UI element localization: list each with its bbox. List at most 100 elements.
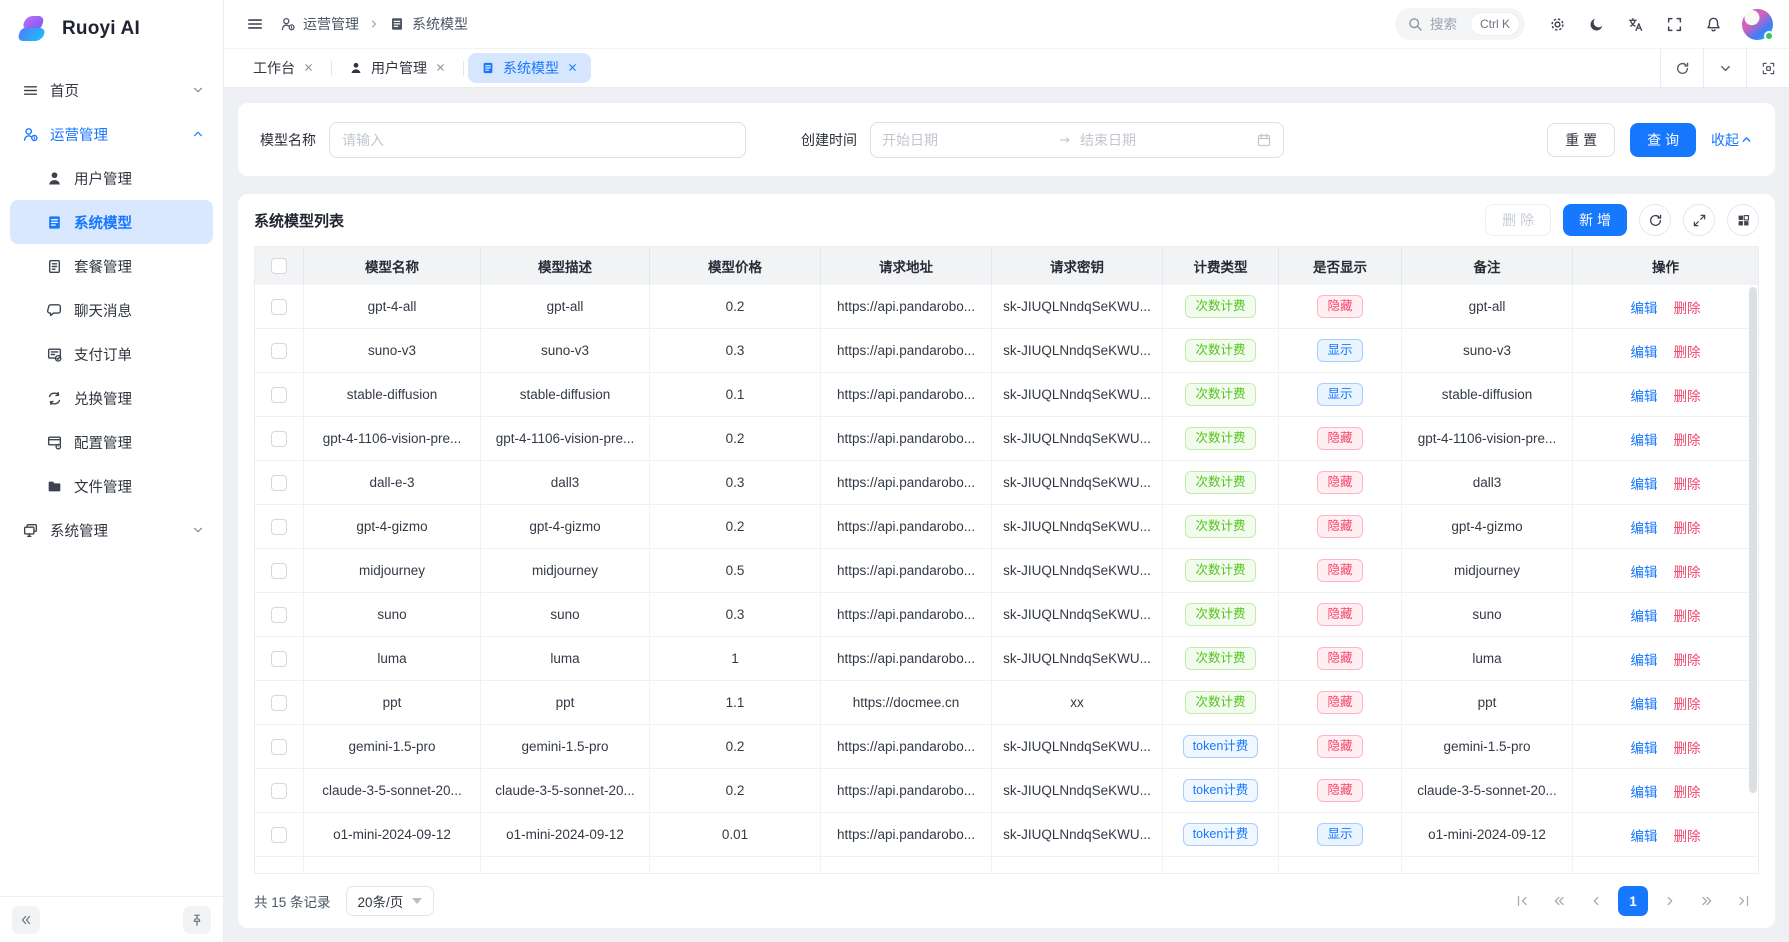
- delete-link[interactable]: 删除: [1674, 561, 1701, 581]
- table-scrollbar[interactable]: [1749, 287, 1757, 793]
- row-checkbox[interactable]: [271, 563, 287, 579]
- edit-link[interactable]: 编辑: [1631, 297, 1658, 317]
- dark-mode-button[interactable]: [1580, 8, 1613, 41]
- billing-type-tag: token计费: [1183, 779, 1259, 802]
- sidebar-item-7[interactable]: 文件管理: [10, 464, 213, 508]
- row-checkbox[interactable]: [271, 827, 287, 843]
- breadcrumb-item-0[interactable]: 运营管理: [280, 14, 359, 34]
- close-icon[interactable]: [303, 60, 314, 76]
- close-icon[interactable]: [567, 60, 578, 76]
- delete-link[interactable]: 删除: [1674, 341, 1701, 361]
- row-checkbox[interactable]: [271, 387, 287, 403]
- sidebar-collapse-button[interactable]: [12, 906, 40, 934]
- page-size-select[interactable]: 20条/页: [346, 886, 435, 916]
- sidebar-item-3[interactable]: 聊天消息: [10, 288, 213, 332]
- column-header-1: 模型描述: [481, 247, 650, 285]
- delete-link[interactable]: 删除: [1674, 297, 1701, 317]
- sidebar-group-0[interactable]: 首页: [10, 68, 213, 112]
- content-fullscreen-button[interactable]: [1746, 49, 1789, 87]
- row-checkbox[interactable]: [271, 299, 287, 315]
- edit-link[interactable]: 编辑: [1631, 429, 1658, 449]
- hamburger-menu-icon[interactable]: [246, 15, 264, 33]
- row-checkbox[interactable]: [271, 739, 287, 755]
- row-checkbox[interactable]: [271, 431, 287, 447]
- page-last-button[interactable]: [1729, 886, 1759, 916]
- tab-list-dropdown-button[interactable]: [1703, 49, 1746, 87]
- notifications-button[interactable]: [1697, 8, 1730, 41]
- date-range-picker[interactable]: [870, 122, 1284, 158]
- tab-2[interactable]: 系统模型: [468, 53, 591, 83]
- fullscreen-button[interactable]: [1658, 8, 1691, 41]
- edit-link[interactable]: 编辑: [1631, 517, 1658, 537]
- edit-link[interactable]: 编辑: [1631, 825, 1658, 845]
- refresh-table-button[interactable]: [1639, 204, 1671, 236]
- page-first-button[interactable]: [1507, 886, 1537, 916]
- select-all-checkbox[interactable]: [271, 258, 287, 274]
- page-double-prev-button[interactable]: [1544, 886, 1574, 916]
- tab-0[interactable]: 工作台: [240, 53, 327, 83]
- user-avatar[interactable]: [1742, 9, 1773, 40]
- delete-button[interactable]: 删 除: [1485, 204, 1551, 236]
- delete-link[interactable]: 删除: [1674, 825, 1701, 845]
- sidebar-item-2[interactable]: 套餐管理: [10, 244, 213, 288]
- edit-link[interactable]: 编辑: [1631, 605, 1658, 625]
- expand-table-button[interactable]: [1683, 204, 1715, 236]
- column-settings-button[interactable]: [1727, 204, 1759, 236]
- delete-link[interactable]: 删除: [1674, 429, 1701, 449]
- search-input[interactable]: [1430, 17, 1464, 32]
- start-date-input[interactable]: [882, 132, 1050, 148]
- close-icon[interactable]: [435, 60, 446, 76]
- reset-button[interactable]: 重 置: [1547, 123, 1615, 157]
- delete-link[interactable]: 删除: [1674, 693, 1701, 713]
- refresh-page-button[interactable]: [1660, 49, 1703, 87]
- sidebar-group-1[interactable]: 运营管理: [10, 112, 213, 156]
- row-checkbox[interactable]: [271, 783, 287, 799]
- row-checkbox[interactable]: [271, 343, 287, 359]
- row-checkbox-cell: [255, 813, 304, 856]
- page-next-button[interactable]: [1655, 886, 1685, 916]
- edit-link[interactable]: 编辑: [1631, 693, 1658, 713]
- current-page-button[interactable]: 1: [1618, 886, 1648, 916]
- row-checkbox[interactable]: [271, 519, 287, 535]
- breadcrumb-item-1[interactable]: 系统模型: [389, 14, 468, 34]
- edit-link[interactable]: 编辑: [1631, 473, 1658, 493]
- model-name-input[interactable]: [342, 132, 733, 148]
- delete-link[interactable]: 删除: [1674, 385, 1701, 405]
- sidebar-group-2[interactable]: 系统管理: [10, 508, 213, 552]
- edit-link[interactable]: 编辑: [1631, 341, 1658, 361]
- edit-link[interactable]: 编辑: [1631, 737, 1658, 757]
- end-date-input[interactable]: [1080, 132, 1248, 148]
- language-button[interactable]: [1619, 8, 1652, 41]
- delete-link[interactable]: 删除: [1674, 649, 1701, 669]
- edit-link[interactable]: 编辑: [1631, 385, 1658, 405]
- sidebar-item-6[interactable]: 配置管理: [10, 420, 213, 464]
- model-name-field[interactable]: [329, 122, 746, 158]
- sidebar-pin-button[interactable]: [183, 906, 211, 934]
- edit-link[interactable]: 编辑: [1631, 561, 1658, 581]
- sidebar-item-1[interactable]: 系统模型: [10, 200, 213, 244]
- menu-lines-icon: [22, 82, 39, 99]
- row-checkbox[interactable]: [271, 695, 287, 711]
- edit-link[interactable]: 编辑: [1631, 649, 1658, 669]
- query-button[interactable]: 查 询: [1630, 123, 1696, 157]
- page-double-next-button[interactable]: [1692, 886, 1722, 916]
- settings-button[interactable]: [1541, 8, 1574, 41]
- delete-link[interactable]: 删除: [1674, 517, 1701, 537]
- page-prev-button[interactable]: [1581, 886, 1611, 916]
- sidebar-item-4[interactable]: 支付订单: [10, 332, 213, 376]
- sidebar-item-5[interactable]: 兑换管理: [10, 376, 213, 420]
- row-checkbox[interactable]: [271, 651, 287, 667]
- tab-1[interactable]: 用户管理: [336, 53, 459, 83]
- delete-link[interactable]: 删除: [1674, 781, 1701, 801]
- delete-link[interactable]: 删除: [1674, 473, 1701, 493]
- collapse-filter-link[interactable]: 收起: [1711, 130, 1753, 150]
- row-checkbox[interactable]: [271, 607, 287, 623]
- global-search[interactable]: Ctrl K: [1395, 8, 1525, 40]
- sidebar-item-0[interactable]: 用户管理: [10, 156, 213, 200]
- delete-link[interactable]: 删除: [1674, 605, 1701, 625]
- delete-link[interactable]: 删除: [1674, 737, 1701, 757]
- edit-link[interactable]: 编辑: [1631, 781, 1658, 801]
- add-button[interactable]: 新 增: [1563, 204, 1627, 236]
- row-checkbox[interactable]: [271, 475, 287, 491]
- brand-header[interactable]: Ruoyi AI: [0, 0, 223, 58]
